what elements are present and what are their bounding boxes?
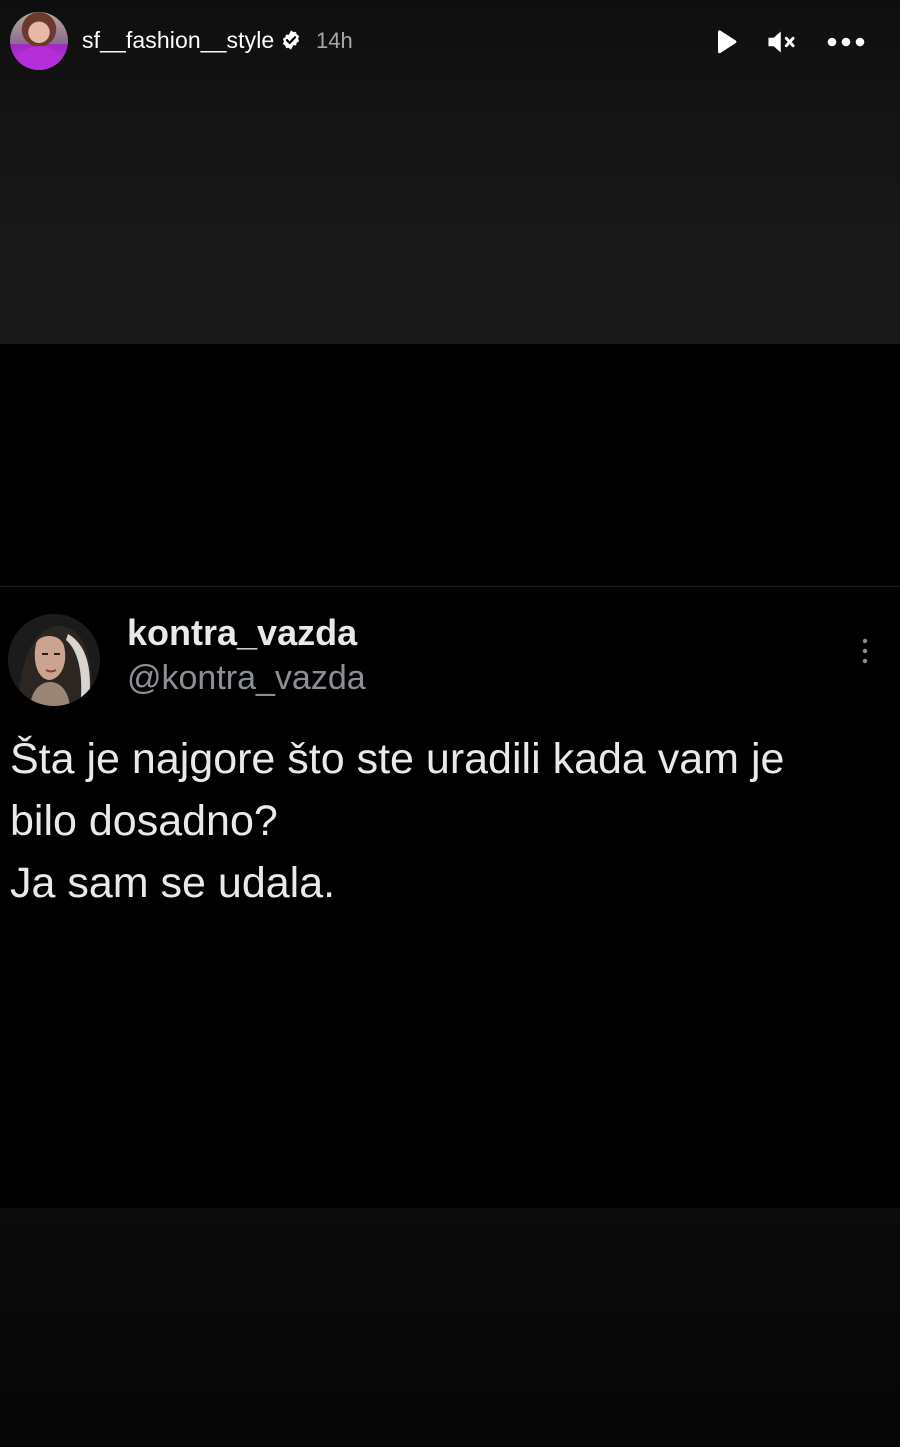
more-options-button[interactable]	[826, 22, 866, 62]
story-username[interactable]: sf__fashion__style	[82, 27, 274, 54]
play-button[interactable]	[705, 22, 745, 62]
verified-badge-icon	[280, 29, 302, 51]
tweet-author-avatar	[8, 614, 100, 706]
tweet-text-line: bilo dosadno?	[10, 797, 278, 845]
play-icon	[718, 30, 737, 54]
tweet-text-line: Ja sam se udala.	[10, 859, 336, 907]
story-header: sf__fashion__style 14h	[0, 0, 900, 82]
story-time-ago: 14h	[316, 28, 353, 53]
story-viewer: sf__fashion__style 14h kontra_vazda @kon…	[0, 0, 900, 1447]
story-author-avatar[interactable]	[10, 12, 68, 70]
tweet-text: Šta je najgore što ste uradili kada vam …	[10, 728, 890, 914]
mute-button[interactable]	[762, 22, 802, 62]
tweet-text-line: Šta je najgore što ste uradili kada vam …	[10, 735, 785, 783]
vertical-dots-icon	[862, 638, 868, 664]
avatar-dress-shape	[18, 46, 60, 70]
tweet-display-name: kontra_vazda	[127, 612, 358, 653]
muted-speaker-icon	[768, 31, 795, 53]
tweet-handle: @kontra_vazda	[127, 659, 366, 697]
more-options-icon	[827, 37, 865, 47]
tweet-top-divider	[0, 586, 900, 587]
tweet-menu-button	[850, 634, 880, 668]
story-bottom-blur	[0, 1208, 900, 1447]
